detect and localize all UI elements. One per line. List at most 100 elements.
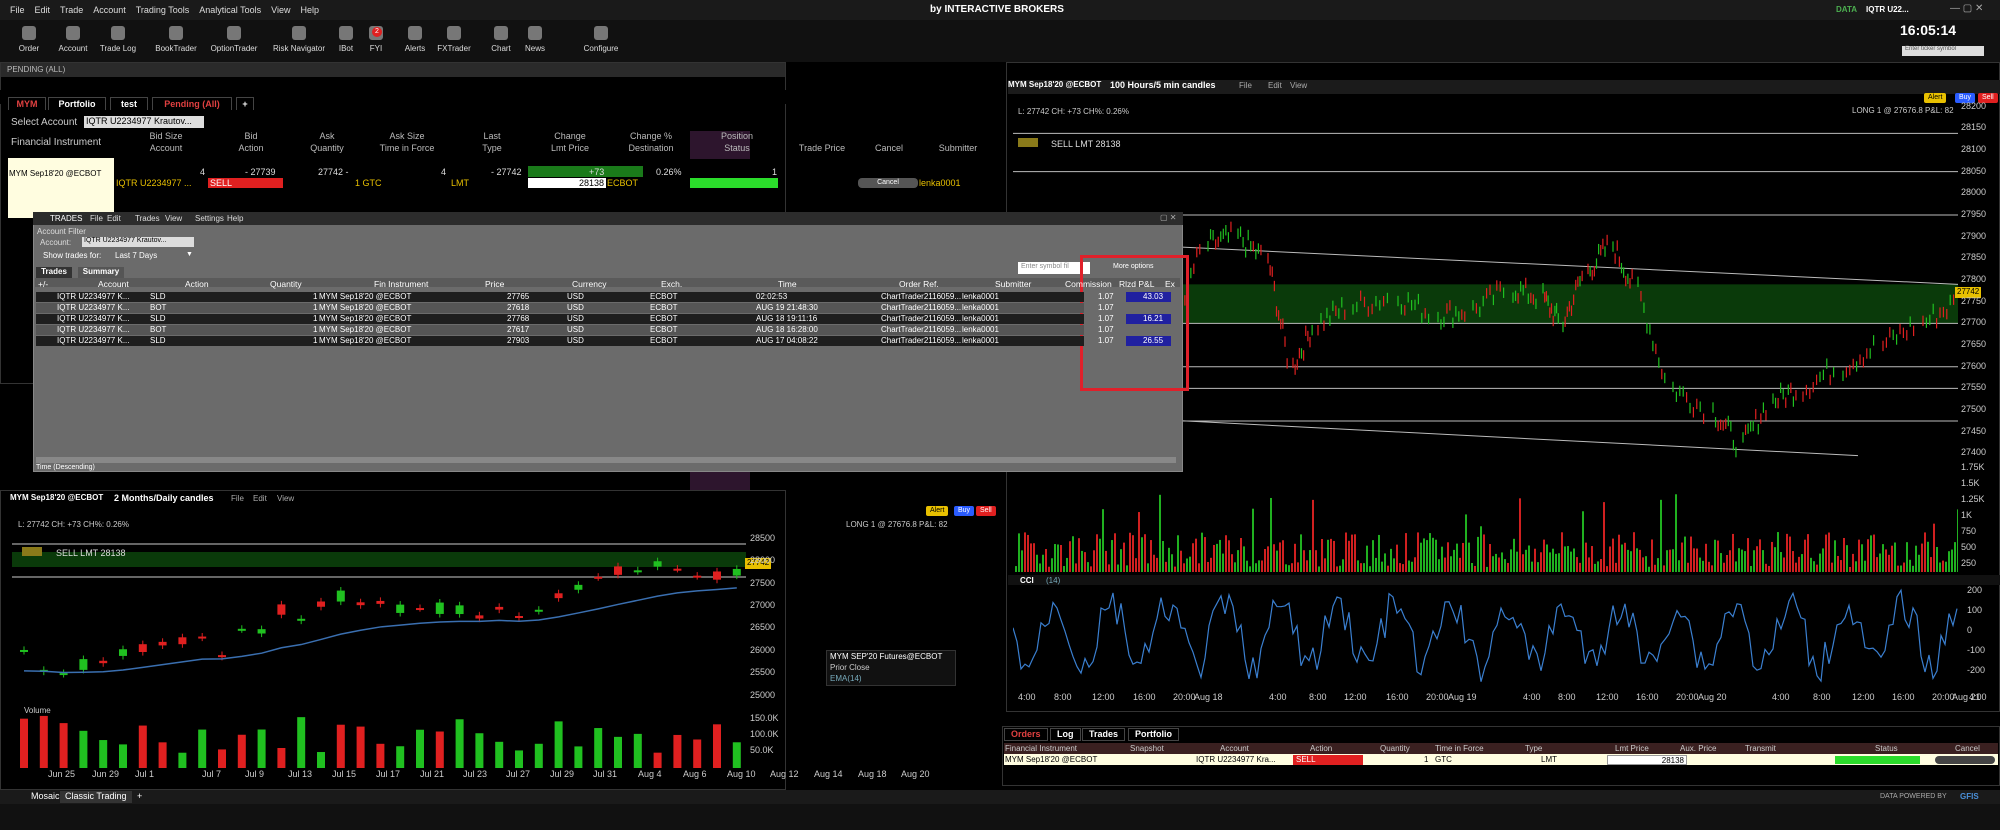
orders-col-header[interactable]: Status: [1875, 744, 1898, 753]
orders-action-sell[interactable]: SELL: [1293, 755, 1363, 765]
toolbar-booktrader-button[interactable]: BookTrader: [146, 26, 206, 53]
trades-col-header[interactable]: Fin Instrument: [374, 279, 428, 289]
orders-tab-3[interactable]: Portfolio: [1128, 728, 1179, 741]
intra-menu-0[interactable]: File: [1239, 81, 1252, 90]
orders-col-header[interactable]: Type: [1525, 744, 1542, 753]
trades-col-header[interactable]: Currency: [572, 279, 606, 289]
trades-col-header[interactable]: Account: [98, 279, 129, 289]
trades-col-header[interactable]: Action: [185, 279, 209, 289]
intra-menu-1[interactable]: Edit: [1268, 81, 1282, 90]
trades-col-header[interactable]: +/-: [38, 279, 48, 289]
tab-pending-2[interactable]: test: [110, 97, 148, 110]
orders-col-header[interactable]: Quantity: [1380, 744, 1410, 753]
daily-buy-button[interactable]: Buy: [954, 506, 975, 516]
menu-view[interactable]: View: [271, 5, 290, 15]
trades-col-header[interactable]: Quantity: [270, 279, 302, 289]
bottom-tab-2[interactable]: +: [132, 791, 147, 803]
trades-col-header[interactable]: Order Ref.: [899, 279, 939, 289]
trades-menu-3[interactable]: View: [165, 214, 182, 223]
tab-summary[interactable]: Summary: [78, 267, 124, 278]
intraday-chart-period[interactable]: 100 Hours/5 min candles: [1110, 80, 1216, 90]
trades-col-header[interactable]: Time: [778, 279, 797, 289]
menu-edit[interactable]: Edit: [35, 5, 51, 15]
intra-y-tick: 28150: [1961, 122, 1987, 133]
trades-col-header[interactable]: Submitter: [995, 279, 1031, 289]
volume-bar: [1066, 557, 1068, 572]
volume-bar: [1465, 514, 1467, 572]
menu-trade[interactable]: Trade: [60, 5, 83, 15]
orders-tif[interactable]: GTC: [1435, 755, 1452, 764]
orders-col-header[interactable]: Action: [1310, 744, 1332, 753]
bottom-tab-1[interactable]: Classic Trading: [60, 791, 132, 803]
trades-menu-5[interactable]: Help: [227, 214, 243, 223]
trades-menu-4[interactable]: Settings: [195, 214, 224, 223]
orders-col-header[interactable]: Time in Force: [1435, 744, 1484, 753]
volume-bar: [1561, 532, 1563, 572]
window-controls[interactable]: — ▢ ✕: [1950, 3, 1983, 14]
bottom-tab-0[interactable]: Mosaic: [26, 791, 65, 803]
trades-col-header[interactable]: Exch.: [661, 279, 682, 289]
ask-value[interactable]: 27742 -: [318, 167, 349, 177]
trades-col-header[interactable]: Price: [485, 279, 504, 289]
tab-trades[interactable]: Trades: [36, 267, 72, 278]
trades-col-header[interactable]: Commission: [1065, 279, 1112, 289]
intra-menu-2[interactable]: View: [1290, 81, 1307, 90]
daily-menu-1[interactable]: Edit: [253, 494, 267, 503]
tab-pending-1[interactable]: Portfolio: [48, 97, 106, 110]
tab-pending-0[interactable]: MYM: [8, 97, 46, 110]
bid-value[interactable]: - 27739: [245, 167, 276, 177]
orders-col-header[interactable]: Transmit: [1745, 744, 1776, 753]
pending-instrument[interactable]: MYM Sep18'20 @ECBOT: [9, 169, 101, 178]
trades-col-header[interactable]: Rlzd P&L: [1119, 279, 1154, 289]
ticker-search-input[interactable]: Enter ticker symbol: [1902, 46, 1984, 56]
orders-col-header[interactable]: Aux. Price: [1680, 744, 1716, 753]
order-lmt-price[interactable]: 28138: [528, 178, 606, 188]
trades-col-header[interactable]: Ex: [1165, 279, 1175, 289]
menu-analytical-tools[interactable]: Analytical Tools: [199, 5, 261, 15]
order-action-sell[interactable]: SELL: [208, 178, 283, 188]
daily-menu-0[interactable]: File: [231, 494, 244, 503]
menu-file[interactable]: File: [10, 5, 25, 15]
orders-cancel-button[interactable]: [1935, 756, 1995, 764]
trades-account-dropdown[interactable]: IQTR U2234977 Krautov...: [82, 237, 194, 247]
toolbar-news-button[interactable]: News: [505, 26, 565, 53]
intra-alert-button[interactable]: Alert: [1924, 93, 1947, 103]
intra-x-tick: 4:00: [1969, 692, 1987, 702]
daily-chart-period[interactable]: 2 Months/Daily candles: [114, 493, 214, 503]
orders-col-header[interactable]: Financial Instrument: [1005, 744, 1077, 753]
trades-menu-0[interactable]: File: [90, 214, 103, 223]
daily-menu-2[interactable]: View: [277, 494, 294, 503]
trades-menu-2[interactable]: Trades: [135, 214, 160, 223]
menu-trading-tools[interactable]: Trading Tools: [136, 5, 190, 15]
order-cancel-button[interactable]: Cancel: [858, 178, 918, 188]
menu-help[interactable]: Help: [301, 5, 320, 15]
orders-tab-2[interactable]: Trades: [1082, 728, 1126, 741]
toolbar-trade-log-button[interactable]: Trade Log: [88, 26, 148, 53]
daily-sell-button[interactable]: Sell: [976, 506, 996, 516]
orders-lmt-price[interactable]: 28138: [1607, 755, 1687, 765]
tab-pending-3[interactable]: Pending (All): [152, 97, 232, 110]
orders-tab-1[interactable]: Log: [1050, 728, 1081, 741]
chevron-down-icon[interactable]: ▼: [186, 251, 193, 258]
trades-menu-1[interactable]: Edit: [107, 214, 121, 223]
orders-col-header[interactable]: Account: [1220, 744, 1249, 753]
menu-account[interactable]: Account: [93, 5, 126, 15]
trades-h-scrollbar[interactable]: [36, 457, 1176, 463]
volume-bar: [1069, 541, 1071, 572]
tab-pending-4[interactable]: +: [236, 97, 254, 110]
toolbar-configure-button[interactable]: Configure: [571, 26, 631, 53]
show-trades-value[interactable]: Last 7 Days: [115, 251, 157, 260]
daily-alert-button[interactable]: Alert: [926, 506, 949, 516]
order-qty[interactable]: 1 GTC: [355, 178, 382, 188]
orders-col-header[interactable]: Lmt Price: [1615, 744, 1649, 753]
orders-tab-0[interactable]: Orders: [1004, 728, 1048, 741]
os-taskbar: [0, 804, 2000, 830]
orders-col-header[interactable]: Snapshot: [1130, 744, 1164, 753]
account-indicator[interactable]: IQTR U22...: [1866, 5, 1909, 14]
toolbar-optiontrader-button[interactable]: OptionTrader: [204, 26, 264, 53]
orders-instrument[interactable]: MYM Sep18'20 @ECBOT: [1005, 755, 1097, 764]
orders-qty[interactable]: 1: [1424, 755, 1428, 764]
select-account-dropdown[interactable]: IQTR U2234977 Krautov...: [84, 116, 204, 128]
trades-window-controls[interactable]: ▢ ✕: [1160, 213, 1176, 222]
orders-col-header[interactable]: Cancel: [1955, 744, 1980, 753]
